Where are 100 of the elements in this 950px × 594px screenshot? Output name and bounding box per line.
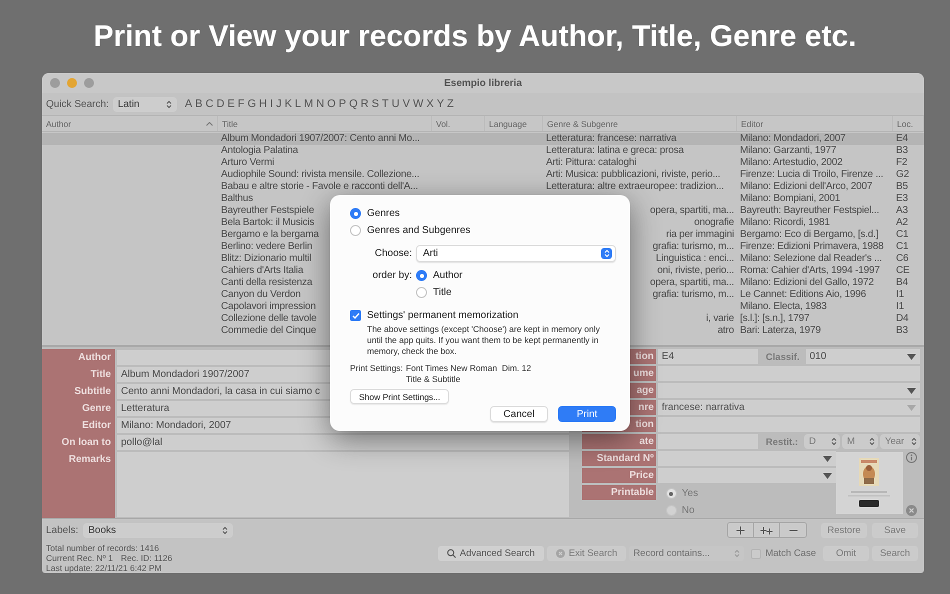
- table-cell: Milano: Garzanti, 1977: [740, 145, 836, 156]
- table-cell: oni, riviste, perio...: [657, 265, 734, 277]
- field-label: Remarks: [42, 451, 115, 518]
- table-cell: Bayreuther Festspiele: [221, 205, 314, 216]
- field-label: Title: [42, 366, 115, 383]
- table-cell: A2: [896, 217, 908, 228]
- table-cell: Milano: Artestudio, 2002: [740, 157, 842, 168]
- table-cell: G2: [896, 169, 909, 180]
- field-label: Author: [42, 349, 115, 366]
- field-label: Price: [582, 468, 656, 483]
- field-label: Subtitle: [42, 383, 115, 400]
- print-settings-value: Font Times New Roman Dim. 12: [406, 363, 532, 374]
- table-cell: Le Cannet: Editions Aio, 1996: [740, 289, 866, 300]
- table-cell: C1: [896, 241, 908, 252]
- table-cell: i, varie: [706, 313, 734, 325]
- table-cell: D4: [896, 313, 908, 324]
- table-cell: Berlino: vedere Berlin: [221, 241, 312, 252]
- option-label: No: [682, 505, 695, 516]
- table-cell: grafia: turismo, m...: [652, 289, 734, 301]
- table-cell: atro: [718, 325, 734, 337]
- field-label: On loan to: [42, 434, 115, 451]
- table-cell: Milano: Edizioni dell'Arco, 2007: [740, 181, 872, 192]
- labels-label: Labels:: [46, 524, 78, 536]
- print-settings-value: Title & Subtitle: [406, 374, 462, 385]
- table-cell: Commedie del Cinque: [221, 325, 316, 336]
- option-label: Genres: [367, 208, 400, 219]
- table-cell: Arti: Pittura: cataloghi: [546, 157, 636, 168]
- field-label: Restit.:: [764, 437, 799, 448]
- field-label: Printable: [582, 485, 656, 500]
- table-cell: Balthus: [221, 193, 253, 204]
- table-cell: E4: [896, 133, 908, 144]
- table-cell: Milano: Selezione dal Reader's ...: [740, 253, 882, 264]
- table-cell: I1: [896, 301, 904, 312]
- record-count: Total number of records: 1416: [46, 543, 160, 553]
- table-cell: Blitz: Dizionario multil: [221, 253, 312, 264]
- headline: Print or View your records by Author, Title, Genre etc.: [94, 20, 856, 54]
- current-record: Current Rec. Nº 1: [46, 553, 113, 563]
- field-label: Standard Nº: [582, 451, 656, 466]
- table-cell: Bergamo: Eco di Bergamo, [s.d.]: [740, 229, 878, 240]
- table-cell: Bayreuth: Bayreuther Festspiel...: [740, 205, 880, 216]
- option-label: Genres and Subgenres: [367, 225, 470, 236]
- print-settings-label: Print Settings:: [350, 363, 403, 374]
- table-cell: B3: [896, 145, 908, 156]
- table-cell: CE: [896, 265, 910, 276]
- table-cell: opera, spartiti, ma...: [650, 277, 734, 289]
- table-cell: grafia: turismo, m...: [652, 241, 734, 253]
- option-label: Author: [433, 270, 462, 281]
- table-cell: Letteratura: altre extraeuropee: tradizion...: [546, 181, 724, 192]
- table-cell: Arturo Vermi: [221, 157, 274, 168]
- table-cell: F2: [896, 157, 908, 168]
- order-label: order by:: [372, 270, 412, 281]
- table-cell: ria per immagini: [666, 229, 734, 241]
- table-cell: I1: [896, 289, 904, 300]
- table-cell: C6: [896, 253, 908, 264]
- last-update: Last update: 22/11/21 6:42 PM: [46, 563, 163, 573]
- table-cell: Roma: Cahier d'Arts, 1994 -1997: [740, 265, 880, 276]
- table-cell: Milano: Mondadori, 2007: [740, 133, 846, 144]
- table-cell: Bergamo e la bergama: [221, 229, 319, 240]
- table-cell: Canti della resistenza: [221, 277, 312, 288]
- checkbox-label: Match Case: [765, 548, 816, 559]
- field-label: Editor: [42, 417, 115, 434]
- table-cell: Milano: Ricordi, 1981: [740, 217, 830, 228]
- choose-label: Choose:: [374, 248, 412, 259]
- table-cell: Bela Bartok: il Musicis: [221, 217, 314, 228]
- table-cell: B5: [896, 181, 908, 192]
- record-id: Rec. ID: 1126: [120, 553, 172, 563]
- table-cell: Milano: Bompiani, 2001: [740, 193, 840, 204]
- table-cell: Canyon du Verdon: [221, 289, 301, 300]
- table-cell: [s.l.]: [s.n.], 1797: [740, 313, 810, 324]
- table-cell: Milano. Electa, 1983: [740, 301, 827, 312]
- table-cell: opera, spartiti, ma...: [650, 205, 734, 217]
- table-cell: B4: [896, 277, 908, 288]
- table-cell: Audiophile Sound: rivista mensile. Collezione...: [221, 169, 420, 180]
- table-cell: C1: [896, 229, 908, 240]
- table-cell: Letteratura: francese: narrativa: [546, 133, 676, 144]
- table-cell: Arti: Musica: pubblicazioni, riviste, perio...: [546, 169, 720, 180]
- table-cell: E3: [896, 193, 908, 204]
- table-cell: Cahiers d'Arts Italia: [221, 265, 304, 276]
- table-cell: Collezione delle tavole: [221, 313, 316, 324]
- table-cell: Album Mondadori 1907/2007: Cento anni Mo...: [221, 133, 420, 144]
- table-cell: Firenze: Lucia di Troilo, Firenze ...: [740, 169, 884, 180]
- table-cell: onografie: [694, 217, 734, 229]
- option-label: Title: [433, 287, 452, 298]
- table-cell: Capolavori impression: [221, 301, 316, 312]
- checkbox-label: Settings' permanent memorization: [367, 310, 518, 321]
- table-cell: Firenze: Edizioni Primavera, 1988: [740, 241, 884, 252]
- table-cell: Linguistica : enci...: [656, 253, 734, 265]
- field-label: ate: [582, 434, 656, 449]
- table-cell: Bari: Laterza, 1979: [740, 325, 821, 336]
- table-cell: Letteratura: latina e greca: prosa: [546, 145, 684, 156]
- table-cell: A3: [896, 205, 908, 216]
- window-title: Esempio libreria: [443, 78, 523, 88]
- table-cell: B3: [896, 325, 908, 336]
- table-cell: Antologia Palatina: [221, 145, 298, 156]
- field-label: Genre: [42, 400, 115, 417]
- option-label: Yes: [682, 488, 698, 499]
- table-cell: Babau e altre storie - Favole e racconti dell'A...: [221, 181, 418, 192]
- quick-search-label: Quick Search:: [46, 98, 109, 110]
- table-cell: Milano: Edizioni del Gallo, 1972: [740, 277, 874, 288]
- field-label: Classif.: [764, 352, 801, 363]
